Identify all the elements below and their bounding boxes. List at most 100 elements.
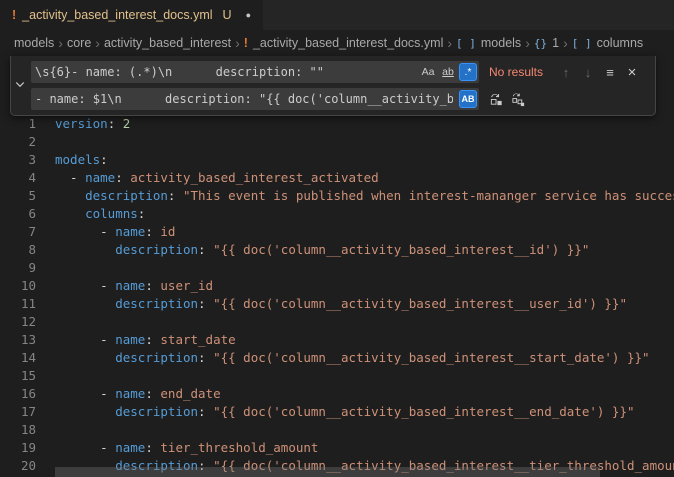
find-widget: Aa ab .* No results ↑ ↓ ≡ × AB bbox=[10, 56, 656, 116]
breadcrumb-label: core bbox=[67, 36, 91, 50]
replace-all-icon bbox=[511, 92, 526, 107]
breadcrumb-label: _activity_based_interest_docs.yml bbox=[253, 36, 443, 50]
line-number: 12 bbox=[0, 313, 36, 331]
breadcrumb-label: 1 bbox=[552, 36, 559, 50]
editor[interactable]: 1version: 223models:4 - name: activity_b… bbox=[0, 56, 674, 477]
breadcrumb-label: models bbox=[14, 36, 54, 50]
code-line[interactable]: 5 description: "This event is published … bbox=[0, 187, 674, 205]
code-text: version: 2 bbox=[55, 115, 130, 133]
match-case-toggle[interactable]: Aa bbox=[419, 63, 437, 81]
find-row: Aa ab .* No results ↑ ↓ ≡ × bbox=[31, 61, 647, 83]
find-input[interactable] bbox=[31, 61, 479, 83]
line-number: 5 bbox=[0, 187, 36, 205]
code-text: description: "{{ doc('column__activity_b… bbox=[55, 241, 589, 259]
code-line[interactable]: 13 - name: start_date bbox=[0, 331, 674, 349]
code-text: description: "This event is published wh… bbox=[55, 187, 674, 205]
find-in-selection-button[interactable]: ≡ bbox=[599, 61, 621, 83]
previous-match-button[interactable]: ↑ bbox=[555, 61, 577, 83]
chevron-down-icon bbox=[14, 77, 26, 95]
breadcrumb-separator: › bbox=[525, 36, 530, 50]
breadcrumb-item[interactable]: {} 1 bbox=[534, 36, 559, 50]
line-number: 10 bbox=[0, 277, 36, 295]
line-number: 16 bbox=[0, 385, 36, 403]
selection-icon: ≡ bbox=[606, 65, 614, 80]
breadcrumb-item[interactable]: activity_based_interest bbox=[104, 36, 231, 50]
line-number: 7 bbox=[0, 223, 36, 241]
replace-input[interactable] bbox=[31, 88, 479, 110]
breadcrumb-label: columns bbox=[597, 36, 644, 50]
breadcrumb-separator: › bbox=[235, 36, 240, 50]
scrollbar-slider[interactable] bbox=[55, 467, 600, 477]
code-text: - name: start_date bbox=[55, 331, 236, 349]
warning-icon: ! bbox=[12, 8, 16, 22]
line-number: 18 bbox=[0, 421, 36, 439]
code-line[interactable]: 17 description: "{{ doc('column__activit… bbox=[0, 403, 674, 421]
line-number: 17 bbox=[0, 403, 36, 421]
whole-word-icon: ab bbox=[442, 66, 454, 78]
whole-word-toggle[interactable]: ab bbox=[439, 63, 457, 81]
breadcrumb-item[interactable]: core bbox=[67, 36, 91, 50]
code-line[interactable]: 8 description: "{{ doc('column__activity… bbox=[0, 241, 674, 259]
symbol-icon: {} bbox=[534, 37, 547, 50]
code-line[interactable]: 15 bbox=[0, 367, 674, 385]
code-line[interactable]: 2 bbox=[0, 133, 674, 151]
code-line[interactable]: 6 columns: bbox=[0, 205, 674, 223]
replace-all-button[interactable] bbox=[507, 88, 529, 110]
breadcrumb-item[interactable]: [ ]models bbox=[456, 36, 521, 50]
dirty-indicator-icon[interactable]: ● bbox=[246, 10, 251, 20]
code-line[interactable]: 10 - name: user_id bbox=[0, 277, 674, 295]
code-text: - name: activity_based_interest_activate… bbox=[55, 169, 379, 187]
replace-icon bbox=[489, 92, 504, 107]
line-number: 2 bbox=[0, 133, 36, 151]
line-number: 9 bbox=[0, 259, 36, 277]
breadcrumb-item[interactable]: ! _activity_based_interest_docs.yml bbox=[244, 36, 444, 50]
code-line[interactable]: 19 - name: tier_threshold_amount bbox=[0, 439, 674, 457]
symbol-icon: [ ] bbox=[456, 37, 476, 50]
code-line[interactable]: 12 bbox=[0, 313, 674, 331]
code-line[interactable]: 18 bbox=[0, 421, 674, 439]
symbol-icon: [ ] bbox=[572, 37, 592, 50]
code-line[interactable]: 16 - name: end_date bbox=[0, 385, 674, 403]
editor-tab[interactable]: ! _activity_based_interest_docs.yml U ● bbox=[0, 0, 263, 30]
toggle-replace-button[interactable] bbox=[11, 56, 29, 115]
line-number: 4 bbox=[0, 169, 36, 187]
next-match-button[interactable]: ↓ bbox=[577, 61, 599, 83]
arrow-up-icon: ↑ bbox=[563, 65, 570, 80]
breadcrumb-item[interactable]: models bbox=[14, 36, 54, 50]
code-line[interactable]: 4 - name: activity_based_interest_activa… bbox=[0, 169, 674, 187]
replace-button[interactable] bbox=[485, 88, 507, 110]
warning-icon: ! bbox=[244, 36, 248, 50]
code-line[interactable]: 9 bbox=[0, 259, 674, 277]
code-line[interactable]: 11 description: "{{ doc('column__activit… bbox=[0, 295, 674, 313]
tab-bar: ! _activity_based_interest_docs.yml U ● bbox=[0, 0, 674, 30]
editor-lines: 1version: 223models:4 - name: activity_b… bbox=[0, 115, 674, 475]
code-text: description: "{{ doc('column__activity_b… bbox=[55, 403, 635, 421]
code-text: - name: user_id bbox=[55, 277, 213, 295]
code-text: - name: end_date bbox=[55, 385, 221, 403]
code-text: description: "{{ doc('column__activity_b… bbox=[55, 295, 627, 313]
code-text: - name: id bbox=[55, 223, 175, 241]
code-line[interactable]: 14 description: "{{ doc('column__activit… bbox=[0, 349, 674, 367]
horizontal-scrollbar[interactable] bbox=[55, 467, 674, 477]
breadcrumb: models › core › activity_based_interest ›! _ac… bbox=[0, 30, 674, 56]
breadcrumb-separator: › bbox=[95, 36, 100, 50]
preserve-case-toggle[interactable]: AB bbox=[459, 90, 477, 108]
arrow-down-icon: ↓ bbox=[585, 65, 592, 80]
code-line[interactable]: 1version: 2 bbox=[0, 115, 674, 133]
line-number: 19 bbox=[0, 439, 36, 457]
code-line[interactable]: 3models: bbox=[0, 151, 674, 169]
line-number: 13 bbox=[0, 331, 36, 349]
breadcrumb-separator: › bbox=[58, 36, 63, 50]
replace-row: AB bbox=[31, 88, 647, 110]
breadcrumb-item[interactable]: [ ] columns bbox=[572, 36, 643, 50]
vscode-window: ! _activity_based_interest_docs.yml U ● … bbox=[0, 0, 674, 477]
code-line[interactable]: 7 - name: id bbox=[0, 223, 674, 241]
close-find-button[interactable]: × bbox=[621, 61, 643, 83]
breadcrumb-separator: › bbox=[563, 36, 568, 50]
code-text: description: "{{ doc('column__activity_b… bbox=[55, 349, 650, 367]
regex-toggle[interactable]: .* bbox=[459, 63, 477, 81]
find-results-count: No results bbox=[489, 65, 555, 79]
breadcrumb-separator: › bbox=[447, 36, 452, 50]
line-number: 20 bbox=[0, 457, 36, 475]
line-number: 15 bbox=[0, 367, 36, 385]
